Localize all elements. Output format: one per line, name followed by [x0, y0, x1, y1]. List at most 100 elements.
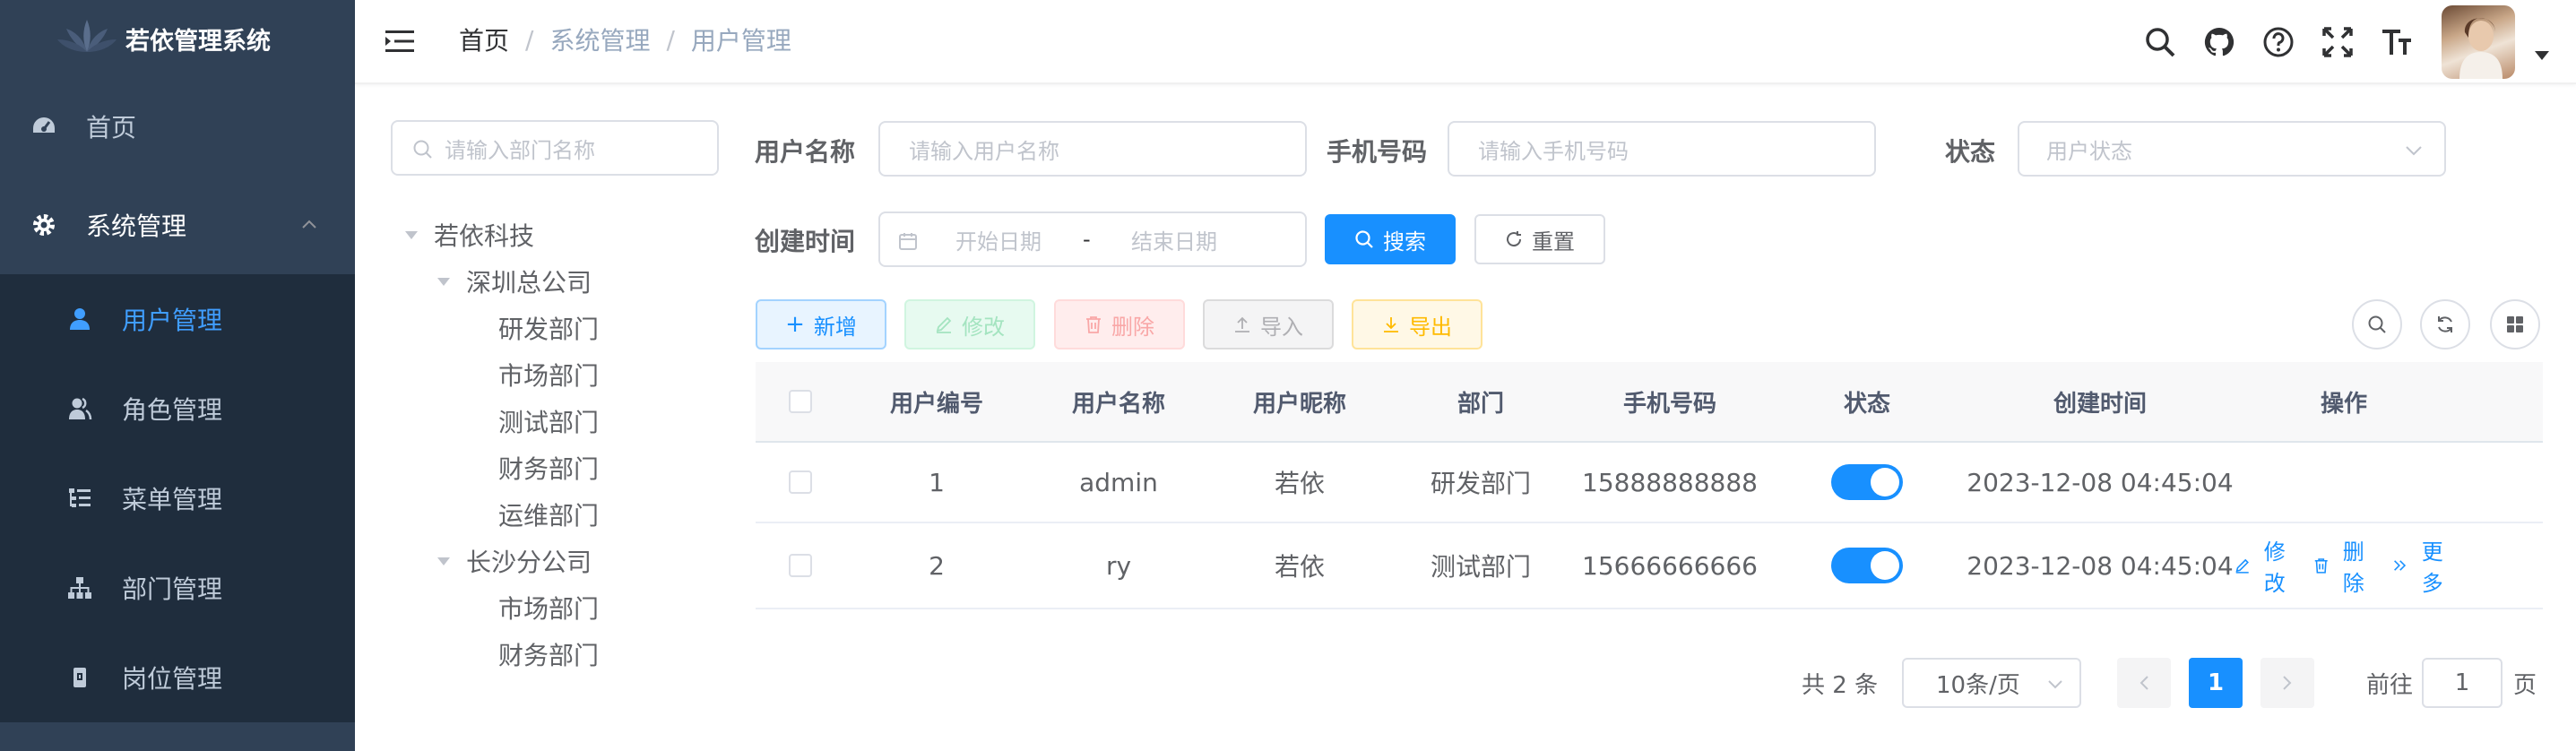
- refresh-button[interactable]: [2420, 299, 2470, 350]
- search-icon: [413, 140, 432, 159]
- dept-cell: 研发部门: [1430, 469, 1531, 498]
- tree-node-leaf[interactable]: 运维部门: [391, 491, 599, 538]
- page-number-button[interactable]: 1: [2189, 658, 2243, 708]
- phone-input[interactable]: 请输入手机号码: [1448, 121, 1876, 177]
- actions-cell: 修改 删除 更多: [2235, 534, 2453, 597]
- plus-icon: +: [785, 311, 805, 338]
- username-input[interactable]: 请输入用户名称: [878, 121, 1307, 177]
- tree-node-root[interactable]: 若依科技: [391, 211, 599, 258]
- phone-cell: 15666666666: [1582, 550, 1758, 581]
- sidebar-item-system[interactable]: 系统管理: [0, 176, 355, 274]
- prev-page-button[interactable]: [2117, 658, 2171, 708]
- page-size-value: 10条/页: [1936, 671, 2020, 699]
- sidebar-item-users[interactable]: 用户管理: [0, 274, 355, 364]
- tree-node-label: 运维部门: [498, 501, 600, 531]
- tree-node-leaf[interactable]: 测试部门: [391, 398, 599, 445]
- sidebar-logo[interactable]: 若依管理系统: [0, 0, 355, 77]
- column-header[interactable]: 状态: [1768, 385, 1966, 419]
- breadcrumb-home[interactable]: 首页: [459, 22, 509, 57]
- sidebar-item-menus[interactable]: 菜单管理: [0, 453, 355, 543]
- created-time-cell: 2023-12-08 04:45:04: [1967, 550, 2234, 581]
- font-size-icon[interactable]: [2379, 24, 2415, 60]
- table-header: 用户编号 用户名称 用户昵称 部门 手机号码 状态 创建时间 操作: [756, 362, 2543, 443]
- gear-icon: [29, 210, 59, 240]
- toggle-search-button[interactable]: [2352, 299, 2402, 350]
- search-icon: [2368, 315, 2386, 333]
- breadcrumb-separator: /: [666, 24, 675, 55]
- select-all-cell: [756, 390, 845, 413]
- row-checkbox[interactable]: [789, 470, 812, 494]
- search-button[interactable]: 搜索: [1325, 214, 1456, 264]
- github-icon[interactable]: [2201, 24, 2237, 60]
- tree-node-label: 财务部门: [498, 454, 600, 484]
- grid-icon: [2507, 316, 2523, 332]
- submenu-system: 用户管理 角色管理 菜单管理 部门管理 岗位管理: [0, 274, 355, 722]
- column-header[interactable]: 用户昵称: [1209, 385, 1390, 419]
- row-select-cell: [756, 470, 845, 494]
- column-header[interactable]: 用户名称: [1028, 385, 1209, 419]
- date-range-separator: -: [1083, 227, 1091, 252]
- tree-node-leaf[interactable]: 市场部门: [391, 351, 599, 398]
- created-time-label: 创建时间: [755, 227, 856, 256]
- goto-page-input[interactable]: 1: [2422, 658, 2503, 708]
- row-more-link[interactable]: 更多: [2392, 534, 2453, 597]
- import-button[interactable]: 导入: [1203, 299, 1334, 350]
- column-header[interactable]: 用户编号: [845, 385, 1028, 419]
- tree-node-leaf[interactable]: 市场部门: [391, 584, 599, 631]
- status-switch[interactable]: [1831, 548, 1903, 583]
- tree-node-label: 研发部门: [498, 315, 600, 344]
- phone-label: 手机号码: [1327, 137, 1428, 167]
- double-arrow-right-icon: [2394, 560, 2407, 571]
- hamburger-icon[interactable]: [384, 25, 416, 57]
- row-checkbox[interactable]: [789, 554, 812, 577]
- status-cell: [1768, 464, 1966, 500]
- reset-button-label: 重置: [1532, 229, 1575, 255]
- delete-button[interactable]: 删除: [1054, 299, 1185, 350]
- tree-node-branch[interactable]: 深圳总公司: [391, 258, 599, 305]
- tree-table-icon: [65, 483, 95, 514]
- caret-down-icon: [437, 278, 450, 286]
- fullscreen-icon[interactable]: [2320, 24, 2356, 60]
- question-icon[interactable]: [2260, 24, 2296, 60]
- add-button-label: 新增: [813, 314, 857, 340]
- app-title: 若依管理系统: [125, 27, 271, 56]
- columns-button[interactable]: [2490, 299, 2540, 350]
- column-header[interactable]: 部门: [1390, 385, 1571, 419]
- pagination-total: 共 2 条: [1802, 671, 1879, 699]
- add-button[interactable]: + 新增: [756, 299, 886, 350]
- edit-button[interactable]: 修改: [904, 299, 1035, 350]
- export-button[interactable]: 导出: [1352, 299, 1482, 350]
- caret-down-icon[interactable]: [2535, 51, 2549, 60]
- tree-node-branch[interactable]: 长沙分公司: [391, 538, 599, 584]
- tree-node-label: 测试部门: [498, 408, 600, 437]
- tree-node-leaf[interactable]: 研发部门: [391, 305, 599, 351]
- column-header[interactable]: 手机号码: [1571, 385, 1768, 419]
- select-all-checkbox[interactable]: [789, 390, 812, 413]
- row-edit-link[interactable]: 修改: [2235, 534, 2295, 597]
- date-range-picker[interactable]: 开始日期 - 结束日期: [878, 211, 1307, 267]
- caret-down-icon: [437, 557, 450, 565]
- status-switch[interactable]: [1831, 464, 1903, 500]
- row-delete-link[interactable]: 删除: [2313, 534, 2374, 597]
- sidebar-item-home[interactable]: 首页: [0, 77, 355, 176]
- username-placeholder: 请输入用户名称: [909, 138, 1059, 164]
- tree-icon: [65, 573, 95, 603]
- reset-button[interactable]: 重置: [1474, 214, 1605, 264]
- sidebar-item-label: 首页: [86, 113, 137, 142]
- tree-node-leaf[interactable]: 财务部门: [391, 631, 599, 678]
- status-select[interactable]: 用户状态: [2018, 121, 2446, 177]
- column-header[interactable]: 创建时间: [1966, 385, 2235, 419]
- page-size-select[interactable]: 10条/页: [1902, 658, 2081, 708]
- tree-node-leaf[interactable]: 财务部门: [391, 445, 599, 491]
- navbar: 首页 / 系统管理 / 用户管理: [355, 0, 2576, 84]
- breadcrumb-separator: /: [525, 24, 534, 55]
- sidebar-item-depts[interactable]: 部门管理: [0, 543, 355, 633]
- dept-search-input[interactable]: 请输入部门名称: [391, 120, 719, 176]
- avatar[interactable]: [2442, 5, 2515, 79]
- tree-node-label: 深圳总公司: [466, 268, 592, 298]
- sidebar-item-posts[interactable]: 岗位管理: [0, 633, 355, 722]
- search-icon[interactable]: [2142, 24, 2178, 60]
- sidebar-item-roles[interactable]: 角色管理: [0, 364, 355, 453]
- next-page-button[interactable]: [2260, 658, 2314, 708]
- status-cell: [1768, 548, 1966, 583]
